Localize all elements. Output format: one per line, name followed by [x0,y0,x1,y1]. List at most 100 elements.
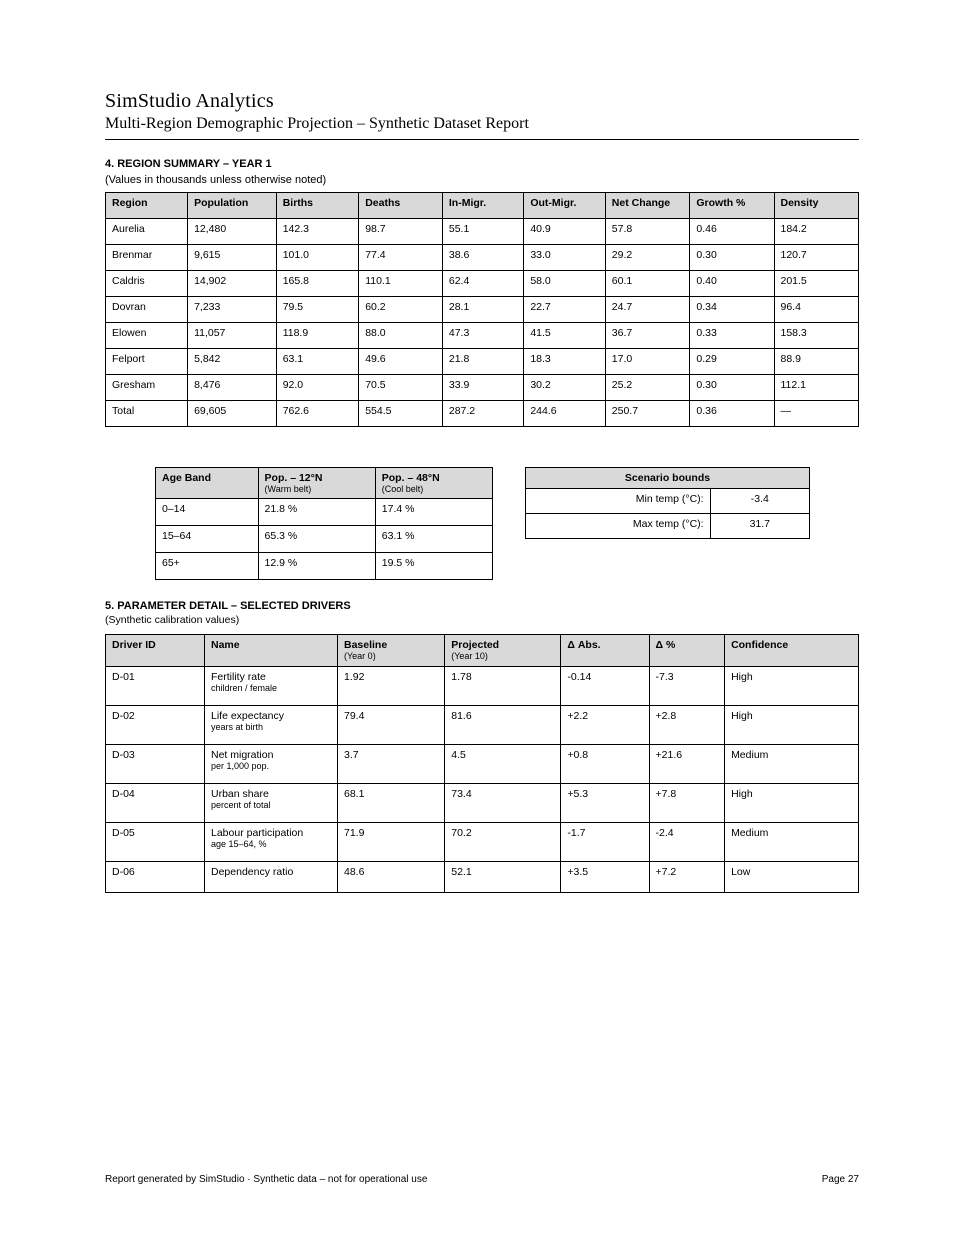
table-cell: 58.0 [524,271,605,297]
region-col-header: Deaths [359,193,443,219]
scenario-bounds-table: Scenario bounds Min temp (°C):-3.4Max te… [525,467,810,539]
table-cell: 47.3 [442,323,523,349]
region-col-header: Births [276,193,359,219]
table-cell: +0.8 [561,744,649,783]
table-cell: D-03 [106,744,205,783]
table-row: Felport5,84263.149.621.818.317.00.2988.9 [106,349,859,375]
table-cell: 250.7 [605,401,690,427]
table-row: D-01Fertility ratechildren / female1.921… [106,666,859,705]
table-cell: Elowen [106,323,188,349]
table-cell: 98.7 [359,219,443,245]
table-cell: -1.7 [561,822,649,861]
scenario-bounds-header: Scenario bounds [526,468,810,489]
table-cell: Fertility ratechildren / female [205,666,338,705]
table-cell: -2.4 [649,822,725,861]
table-cell: D-02 [106,705,205,744]
table-cell: +5.3 [561,783,649,822]
driver-col-header: Confidence [725,635,859,666]
table-cell: 73.4 [445,783,561,822]
table-cell: 30.2 [524,375,605,401]
footer-left: Report generated by SimStudio · Syntheti… [105,1174,427,1185]
table-cell: 762.6 [276,401,359,427]
table-cell: 101.0 [276,245,359,271]
table-cell: 92.0 [276,375,359,401]
table-row: Elowen11,057118.988.047.341.536.70.33158… [106,323,859,349]
table-row: 0–1421.8 %17.4 % [156,499,493,526]
table-cell: 36.7 [605,323,690,349]
page-title: SimStudio Analytics [105,90,859,113]
table-cell: 68.1 [338,783,445,822]
table-cell: +2.2 [561,705,649,744]
driver-col-header: Driver ID [106,635,205,666]
bound-value: 31.7 [710,514,809,539]
table-cell: 0.33 [690,323,774,349]
driver-col-header: Projected(Year 10) [445,635,561,666]
table-cell: 65+ [156,553,259,580]
table-cell: Life expectancyyears at birth [205,705,338,744]
table-cell: 11,057 [188,323,277,349]
ageband-col-header: Age Band [156,468,259,499]
region-col-header: Density [774,193,859,219]
table-cell: 70.5 [359,375,443,401]
section2-note: (Synthetic calibration values) [105,614,859,626]
table-cell: 38.6 [442,245,523,271]
table-cell: 49.6 [359,349,443,375]
footer-right: Page 27 [822,1174,859,1185]
table-cell: 63.1 % [375,526,492,553]
table-cell: 120.7 [774,245,859,271]
table-cell: 28.1 [442,297,523,323]
driver-col-header: Baseline(Year 0) [338,635,445,666]
table-cell: 57.8 [605,219,690,245]
table-cell: 158.3 [774,323,859,349]
table-cell: 0.36 [690,401,774,427]
table-row: 65+12.9 %19.5 % [156,553,493,580]
table-cell: 12.9 % [258,553,375,580]
table-cell: -0.14 [561,666,649,705]
table-cell: 0.29 [690,349,774,375]
table-cell: 48.6 [338,861,445,892]
table-cell: 184.2 [774,219,859,245]
section1-note: (Values in thousands unless otherwise no… [105,174,859,186]
table-cell: Gresham [106,375,188,401]
driver-col-header: Δ % [649,635,725,666]
table-cell: 18.3 [524,349,605,375]
table-row: D-06Dependency ratio48.652.1+3.5+7.2Low [106,861,859,892]
table-row: D-02Life expectancyyears at birth79.481.… [106,705,859,744]
region-col-header: Net Change [605,193,690,219]
table-cell: 118.9 [276,323,359,349]
table-row: Total69,605762.6554.5287.2244.6250.70.36… [106,401,859,427]
table-cell: 62.4 [442,271,523,297]
table-cell: 5,842 [188,349,277,375]
table-cell: 19.5 % [375,553,492,580]
table-cell: 12,480 [188,219,277,245]
table-cell: 60.2 [359,297,443,323]
region-col-header: Region [106,193,188,219]
table-cell: 0.34 [690,297,774,323]
table-cell: Net migrationper 1,000 pop. [205,744,338,783]
table-cell: +7.2 [649,861,725,892]
table-cell: Dependency ratio [205,861,338,892]
table-cell: 554.5 [359,401,443,427]
table-cell: 79.5 [276,297,359,323]
ageband-col-header: Pop. – 12°N(Warm belt) [258,468,375,499]
table-cell: 17.4 % [375,499,492,526]
table-cell: Caldris [106,271,188,297]
table-cell: 88.9 [774,349,859,375]
table-cell: 0–14 [156,499,259,526]
table-cell: — [774,401,859,427]
table-cell: 0.46 [690,219,774,245]
table-cell: 70.2 [445,822,561,861]
table-cell: 29.2 [605,245,690,271]
table-cell: 63.1 [276,349,359,375]
table-cell: 0.30 [690,375,774,401]
bound-label: Max temp (°C): [526,514,711,539]
table-cell: 9,615 [188,245,277,271]
table-cell: 244.6 [524,401,605,427]
table-cell: Brenmar [106,245,188,271]
table-cell: 17.0 [605,349,690,375]
table-cell: 24.7 [605,297,690,323]
table-cell: Medium [725,744,859,783]
table-row: Min temp (°C):-3.4 [526,489,810,514]
table-row: Gresham8,47692.070.533.930.225.20.30112.… [106,375,859,401]
region-col-header: Growth % [690,193,774,219]
